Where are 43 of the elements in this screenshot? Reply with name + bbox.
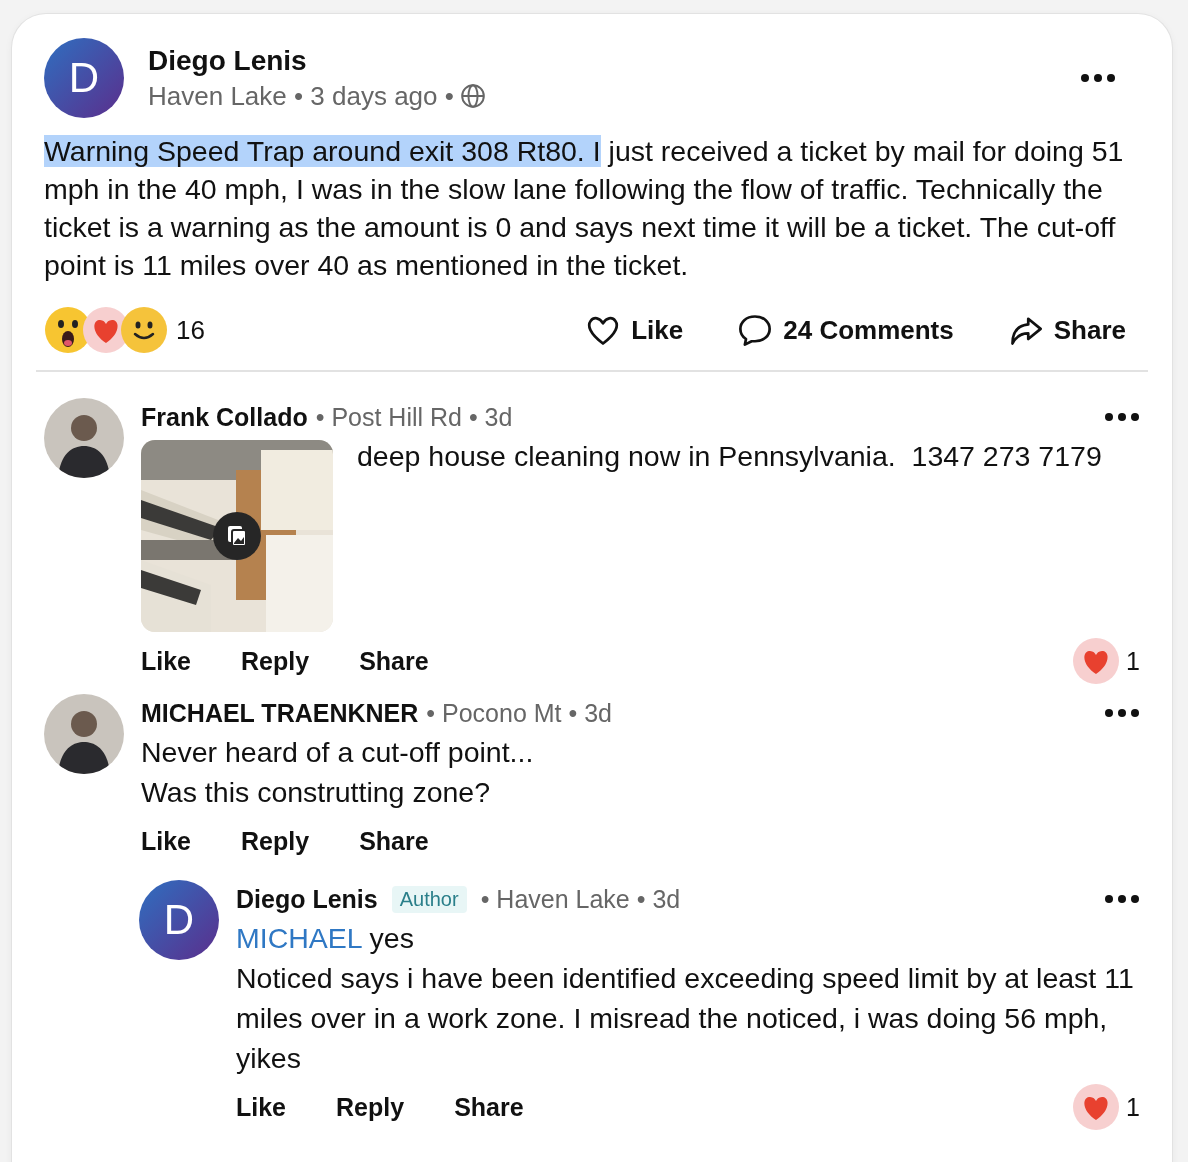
like-button[interactable]: Like: [585, 312, 684, 348]
comment-action-button[interactable]: Reply: [241, 826, 310, 856]
comment-meta: • Pocono Mt • 3d: [426, 698, 612, 728]
avatar[interactable]: D: [44, 38, 124, 118]
smile-emoji-icon: [120, 306, 168, 354]
commenter-name[interactable]: Frank Collado: [141, 402, 308, 432]
comment-icon: [737, 312, 774, 348]
reaction-count[interactable]: 16: [176, 314, 205, 346]
comment-text: deep house cleaning now in Pennsylvania. 1347 273 7179: [357, 439, 1102, 474]
comment-action-button[interactable]: Share: [359, 826, 429, 856]
comment-action-button[interactable]: Share: [454, 1092, 524, 1122]
reaction-count[interactable]: 1: [1126, 646, 1140, 676]
post-meta: Haven Lake • 3 days ago •: [148, 80, 454, 112]
comment-meta: • Post Hill Rd • 3d: [315, 402, 513, 432]
mention-link[interactable]: MICHAEL: [236, 922, 362, 954]
more-icon[interactable]: [1104, 412, 1140, 422]
comment-action-button[interactable]: Like: [141, 646, 192, 676]
commenter-name[interactable]: Diego Lenis: [236, 884, 378, 914]
comment-action-button[interactable]: Like: [236, 1092, 287, 1122]
reaction-count[interactable]: 1: [1126, 1092, 1140, 1122]
comment-meta: • Haven Lake • 3d: [480, 884, 681, 914]
heart-reaction-icon: [1072, 1083, 1121, 1131]
heart-reaction-icon: [1072, 637, 1121, 685]
post-text: Warning Speed Trap around exit 308 Rt80. I just received a ticket by mail for doing 51 mph in the 40 mph, I was in the slow lane following the flow of traffic. Technically the ticket is a warning as the amount is 0 and says next time it will be a ticket. The cut-off point is 11 miles over 40 as mentioned in the ticket.: [44, 134, 1125, 283]
more-icon[interactable]: [1104, 708, 1140, 718]
share-button[interactable]: Share: [1007, 312, 1126, 348]
comment-action-button[interactable]: Like: [141, 826, 192, 856]
author-name[interactable]: Diego Lenis: [148, 44, 1056, 77]
more-icon[interactable]: [1104, 894, 1140, 904]
author-badge: Author: [391, 885, 467, 913]
comment-text: MICHAEL yes: [236, 921, 415, 956]
commenter-name[interactable]: MICHAEL TRAENKNER: [141, 698, 419, 728]
comment-action-button[interactable]: Reply: [241, 646, 310, 676]
comment-action-button[interactable]: Share: [359, 646, 429, 676]
comment-text: Noticed says i have been identified exceeding speed limit by at least 11 miles over in a work zone. I misread the noticed, i was doing 56 mph, yikes: [236, 961, 1135, 1076]
comment-text: Was this construtting zone?: [141, 775, 492, 810]
comment-text: Never heard of a cut-off point...: [141, 735, 534, 770]
avatar[interactable]: D: [139, 880, 219, 960]
comment-button[interactable]: 24 Comments: [737, 312, 954, 348]
gallery-icon[interactable]: [213, 512, 261, 560]
globe-icon: [459, 83, 486, 109]
comment-action-button[interactable]: Reply: [336, 1092, 405, 1122]
more-icon[interactable]: [1080, 73, 1116, 83]
